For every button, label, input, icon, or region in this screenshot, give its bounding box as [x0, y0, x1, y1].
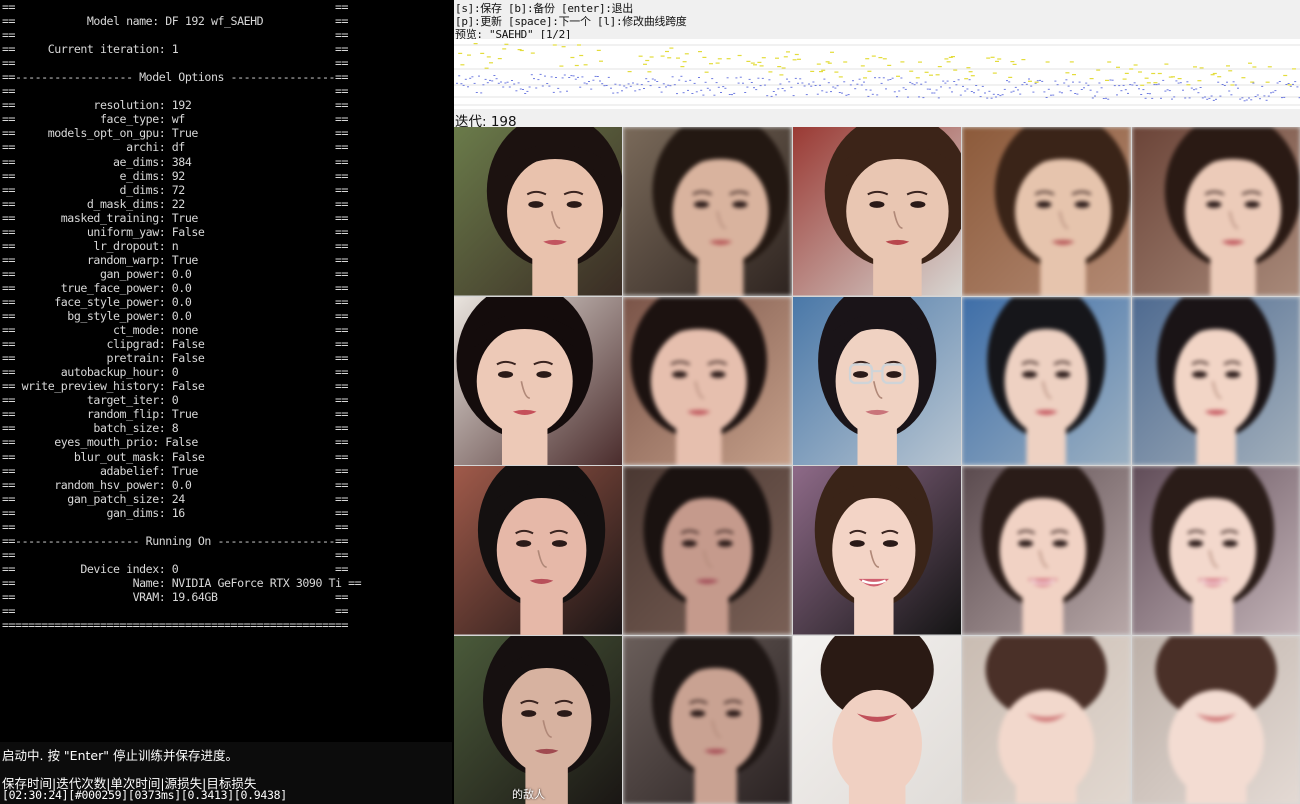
- preview-dst-pred-2: [962, 296, 1131, 465]
- preview-swap-2: [1131, 296, 1300, 465]
- preview-grid: 的敌人: [454, 127, 1300, 804]
- preview-src-pred-2: [623, 296, 792, 465]
- console-status-area: 启动中. 按 "Enter" 停止训练并保存进度。 保存时间|迭代次数|单次时间…: [0, 742, 452, 804]
- preview-swap-1: [1131, 127, 1300, 296]
- preview-src-3: [454, 466, 623, 635]
- preview-dst-pred-4: [962, 635, 1131, 804]
- preview-src-pred-3: [623, 466, 792, 635]
- training-console: == == == Model name: DF 192 wf_SAEHD == …: [0, 0, 452, 804]
- preview-dst-1: [792, 127, 962, 296]
- preview-dst-pred-3: [962, 466, 1131, 635]
- preview-dst-4: [792, 635, 962, 804]
- preview-dst-pred-1: [962, 127, 1131, 296]
- subtitle-caption: 的敌人: [512, 788, 545, 801]
- preview-swap-4: [1131, 635, 1300, 804]
- loss-history-graph: [454, 39, 1300, 109]
- preview-src-4: 的敌人: [454, 635, 623, 804]
- preview-src-1: [454, 127, 623, 296]
- preview-dst-2: [792, 296, 962, 465]
- status-message: 启动中. 按 "Enter" 停止训练并保存进度。: [2, 748, 238, 763]
- preview-dst-3: [792, 466, 962, 635]
- preview-src-2: [454, 296, 623, 465]
- preview-src-pred-1: [623, 127, 792, 296]
- preview-src-pred-4: [623, 635, 792, 804]
- preview-swap-3: [1131, 466, 1300, 635]
- loss-values: [02:30:24][#000259][0373ms][0.3413][0.94…: [2, 788, 287, 802]
- model-summary-text: == == == Model name: DF 192 wf_SAEHD == …: [2, 0, 362, 633]
- preview-window[interactable]: [s]:保存 [b]:备份 [enter]:退出 [p]:更新 [space]:…: [454, 0, 1300, 804]
